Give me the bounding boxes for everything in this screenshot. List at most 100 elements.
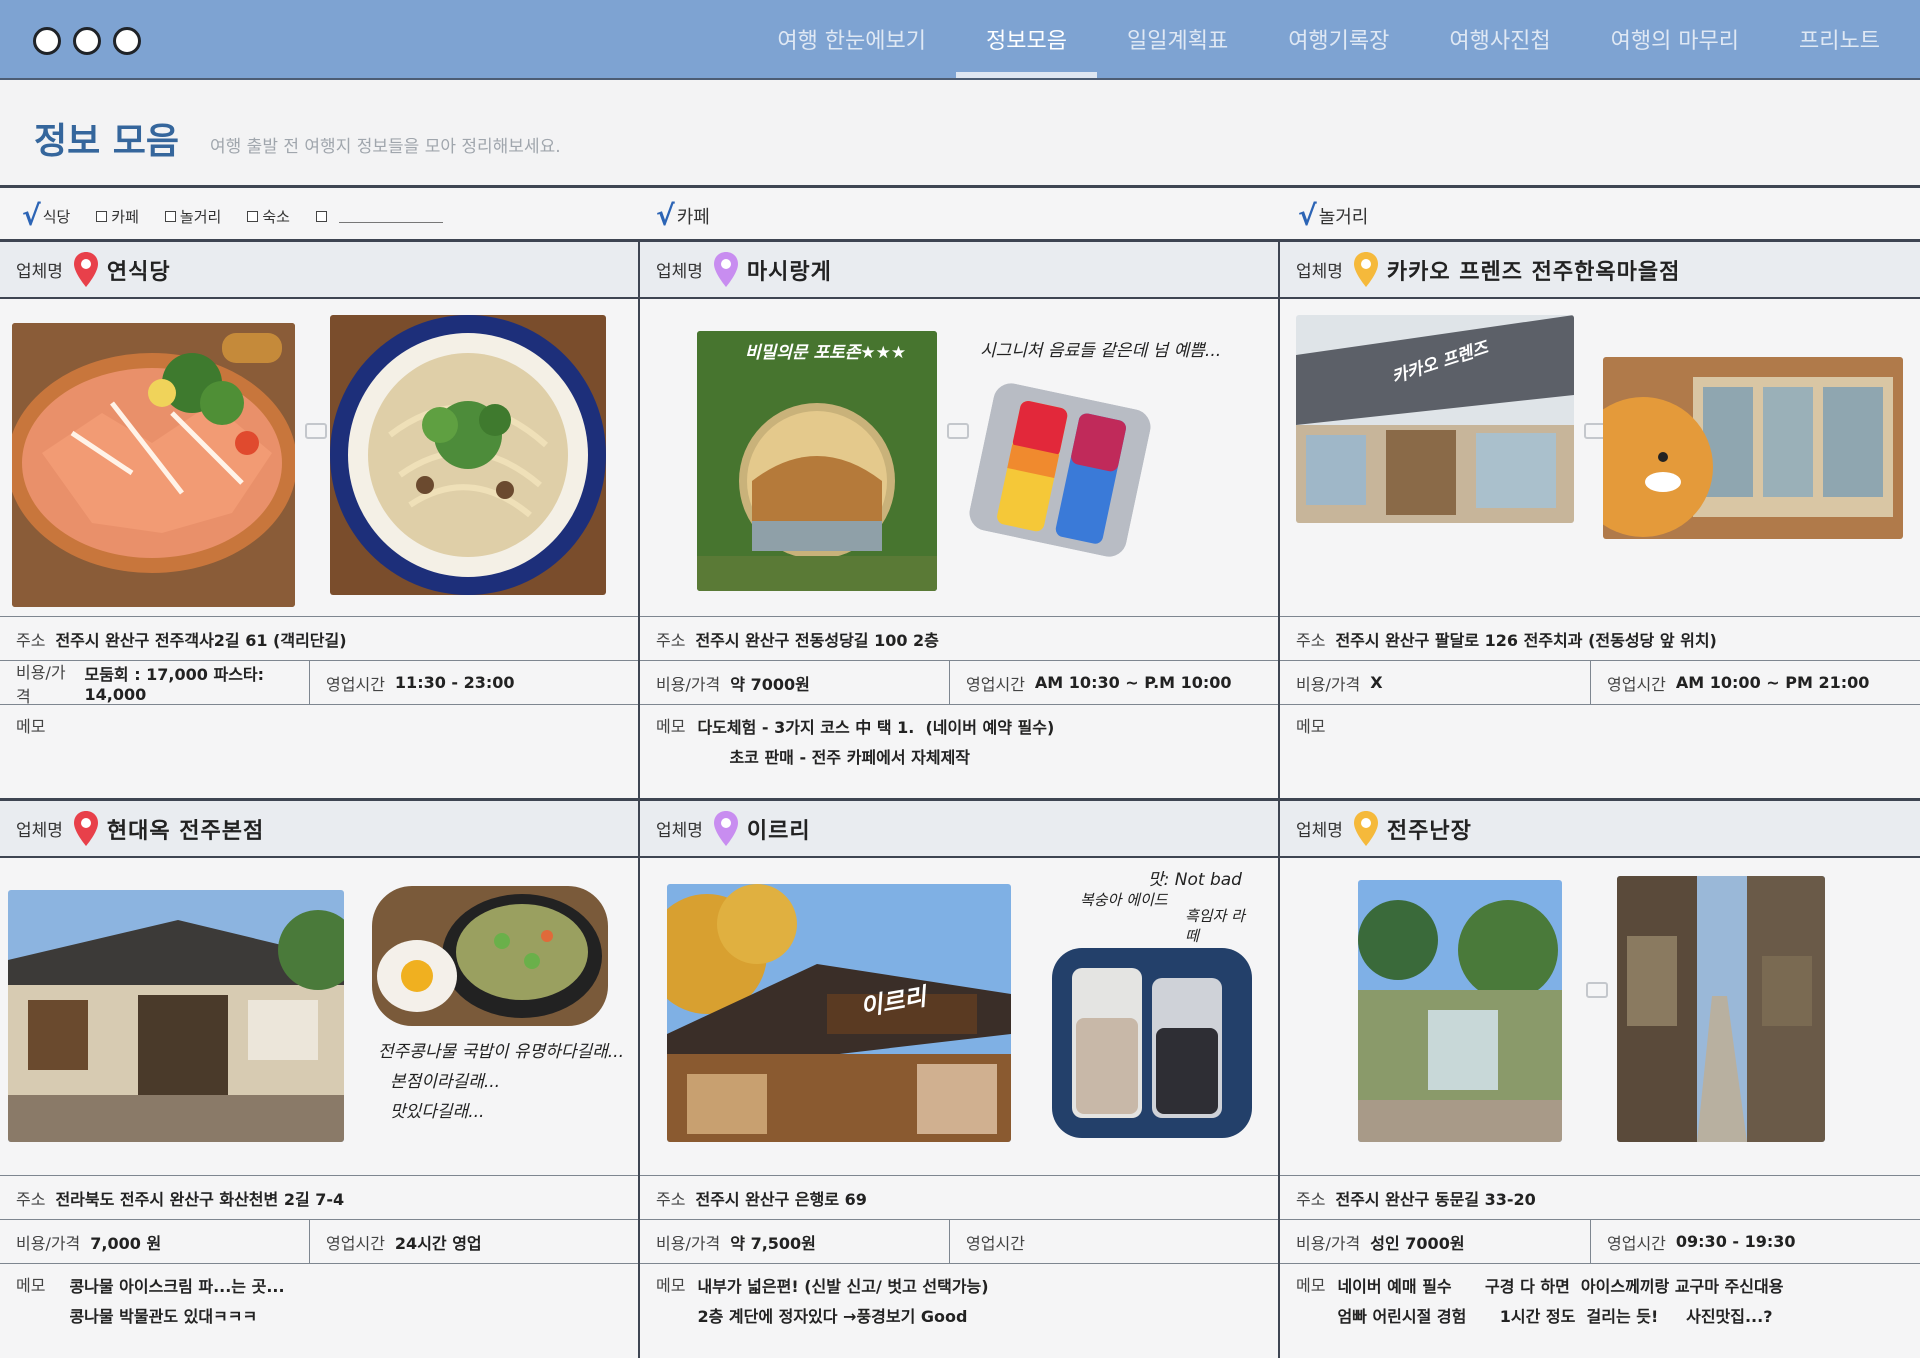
memo-area[interactable]: 메모 네이버 예매 필수 구경 다 하면 아이스께끼랑 교구마 주신대용 엄빠 어… xyxy=(1280,1264,1920,1332)
business-name[interactable]: 이르리 xyxy=(747,813,811,845)
page-subtitle: 여행 출발 전 여행지 정보들을 모아 정리해보세요. xyxy=(210,137,561,157)
tab-photo-album[interactable]: 여행사진첩 xyxy=(1419,0,1580,78)
price-hours-row: 비용/가격 약 7,500원 영업시간 xyxy=(640,1220,1278,1264)
checkbox-icon xyxy=(247,210,259,222)
business-name[interactable]: 현대옥 전주본점 xyxy=(107,813,264,845)
price-value[interactable]: 약 7,500원 xyxy=(730,1230,816,1254)
price-value[interactable]: 7,000 원 xyxy=(90,1230,161,1254)
checkbox-icon xyxy=(164,210,176,222)
price-hours-row: 비용/가격 X 영업시간 AM 10:00 ~ PM 21:00 xyxy=(1280,661,1920,705)
info-card: 업체명 마시랑게 비밀의문 포토존★★★ 시그니처 음료들 같은데 넘 예쁨..… xyxy=(640,242,1280,798)
tab-wrap-up[interactable]: 여행의 마무리 xyxy=(1581,0,1769,78)
memo-area[interactable]: 메모 xyxy=(0,705,638,737)
filter-activity[interactable]: 놀거리 xyxy=(164,206,221,227)
filter-restaurant[interactable]: √ 식당 xyxy=(22,202,70,230)
address-value[interactable]: 전주시 완산구 동문길 33-20 xyxy=(1335,1186,1535,1210)
tab-daily-plan[interactable]: 일일계획표 xyxy=(1097,0,1258,78)
address-value[interactable]: 전주시 완산구 팔달로 126 전주치과 (전동성당 앞 위치) xyxy=(1335,627,1716,651)
info-card: 업체명 카카오 프렌즈 전주한옥마을점 카카오 프렌즈 주소 전주시 완산구 팔… xyxy=(1280,242,1920,798)
address-value[interactable]: 전라북도 전주시 완산구 화산천변 2길 7-4 xyxy=(55,1186,344,1210)
location-pin-icon xyxy=(73,251,98,287)
page-header: 정보 모음 여행 출발 전 여행지 정보들을 모아 정리해보세요. xyxy=(0,82,1920,188)
memo-area[interactable]: 메모 콩나물 아이스크림 파...는 곳... 콩나물 박물관도 있대ㅋㅋㅋ xyxy=(0,1264,638,1332)
address-value[interactable]: 전주시 완산구 은행로 69 xyxy=(695,1186,866,1210)
window-dot-3[interactable] xyxy=(113,27,141,55)
card-header: 업체명 전주난장 xyxy=(1280,801,1920,858)
checkbox-icon xyxy=(96,210,108,222)
info-card: 업체명 이르리 이르리 맛: Not bad 복숭아 에이드 흑임자 라떼 주소… xyxy=(640,801,1280,1358)
window-dot-2[interactable] xyxy=(73,27,101,55)
category-filter-row: √ 식당 카페 놀거리 숙소 √ 카페 √ 놀거리 xyxy=(0,190,1920,242)
price-value[interactable]: 성인 7000원 xyxy=(1370,1230,1464,1254)
checkmark-icon: √ xyxy=(1298,199,1317,232)
ryan-character-photo[interactable] xyxy=(1603,357,1903,539)
photo-area: 이르리 맛: Not bad 복숭아 에이드 흑임자 라떼 xyxy=(640,858,1278,1176)
card-header: 업체명 연식당 xyxy=(0,242,638,299)
signature-drinks-photo[interactable] xyxy=(966,380,1154,560)
business-name[interactable]: 전주난장 xyxy=(1387,813,1472,845)
address-row: 주소 전라북도 전주시 완산구 화산천변 2길 7-4 xyxy=(0,1176,638,1220)
kakao-store-photo[interactable] xyxy=(1296,315,1574,523)
photo-area: 카카오 프렌즈 xyxy=(1280,299,1920,617)
memo-area[interactable]: 메모 xyxy=(1280,705,1920,737)
price-hours-row: 비용/가격 7,000 원 영업시간 24시간 영업 xyxy=(0,1220,638,1264)
filter-custom[interactable] xyxy=(315,209,443,223)
location-pin-icon xyxy=(73,810,98,846)
tab-info-collection[interactable]: 정보모음 xyxy=(956,0,1097,78)
location-pin-icon xyxy=(713,251,738,287)
hours-value[interactable]: 24시간 영업 xyxy=(395,1230,482,1254)
camera-icon xyxy=(1586,982,1608,998)
hours-value[interactable]: 09:30 - 19:30 xyxy=(1676,1232,1796,1251)
address-row: 주소 전주시 완산구 은행로 69 xyxy=(640,1176,1278,1220)
hours-value[interactable]: AM 10:00 ~ PM 21:00 xyxy=(1676,673,1870,692)
info-card: 업체명 전주난장 주소 전주시 완산구 동문길 33-20 비용/가격 성인 7… xyxy=(1280,801,1920,1358)
top-navigation-bar: 여행 한눈에보기 정보모음 일일계획표 여행기록장 여행사진첩 여행의 마무리 … xyxy=(0,0,1920,80)
photo-caption: 전주콩나물 국밥이 유명하다길래... xyxy=(378,1042,624,1062)
cafe-exterior-photo[interactable] xyxy=(667,884,1011,1142)
address-value[interactable]: 전주시 완산구 전동성당길 100 2층 xyxy=(695,627,938,651)
tab-travel-journal[interactable]: 여행기록장 xyxy=(1258,0,1419,78)
filter-cafe[interactable]: 카페 xyxy=(96,206,139,227)
memo-area[interactable]: 메모 내부가 넓은편! (신발 신고/ 벗고 선택가능) 2층 계단에 정자있다 … xyxy=(640,1264,1278,1332)
location-pin-icon xyxy=(713,810,738,846)
business-name[interactable]: 마시랑게 xyxy=(747,254,832,286)
info-card: 업체명 연식당 주소 전주시 완산구 전주객사2길 61 (객리단길) 비용/가… xyxy=(0,242,640,798)
card-header: 업체명 마시랑게 xyxy=(640,242,1278,299)
camera-icon xyxy=(305,423,327,439)
price-hours-row: 비용/가격 약 7000원 영업시간 AM 10:30 ~ P.M 10:00 xyxy=(640,661,1278,705)
window-dot-1[interactable] xyxy=(33,27,61,55)
photo-caption: 흑임자 라떼 xyxy=(1185,907,1245,945)
photo-caption: 맛있다길래... xyxy=(390,1102,485,1122)
cream-pasta-photo[interactable] xyxy=(330,315,606,595)
column-3-category: √ 놀거리 xyxy=(1298,199,1369,232)
filter-lodging[interactable]: 숙소 xyxy=(247,206,290,227)
salmon-sashimi-photo[interactable] xyxy=(12,323,295,607)
photo-caption: 복숭아 에이드 xyxy=(1080,891,1168,909)
memo-area[interactable]: 메모 다도체험 - 3가지 코스 中 택 1. (네이버 예약 필수) 초코 판매… xyxy=(640,705,1278,773)
tab-free-note[interactable]: 프리노트 xyxy=(1769,0,1910,78)
retro-alley-photo[interactable] xyxy=(1617,876,1825,1142)
price-value[interactable]: X xyxy=(1370,673,1382,692)
photo-area xyxy=(0,299,638,617)
hours-value[interactable]: AM 10:30 ~ P.M 10:00 xyxy=(1035,673,1232,692)
price-hours-row: 비용/가격 성인 7000원 영업시간 09:30 - 19:30 xyxy=(1280,1220,1920,1264)
hours-value[interactable]: 11:30 - 23:00 xyxy=(395,673,515,692)
photo-area: 비밀의문 포토존★★★ 시그니처 음료들 같은데 넘 예쁨... xyxy=(640,299,1278,617)
business-name[interactable]: 카카오 프렌즈 전주한옥마을점 xyxy=(1387,254,1680,286)
price-value[interactable]: 모둠회 : 17,000 파스타: 14,000 xyxy=(84,661,309,704)
restaurant-exterior-photo[interactable] xyxy=(8,890,344,1142)
checkmark-icon: √ xyxy=(656,199,675,232)
price-value[interactable]: 약 7000원 xyxy=(730,671,810,695)
photo-caption: 본점이라길래... xyxy=(390,1072,501,1092)
business-name[interactable]: 연식당 xyxy=(107,254,171,286)
custom-category-input[interactable] xyxy=(338,209,443,223)
tab-overview[interactable]: 여행 한눈에보기 xyxy=(747,0,956,78)
museum-entrance-photo[interactable] xyxy=(1358,880,1562,1142)
category-checkboxes: √ 식당 카페 놀거리 숙소 xyxy=(22,190,443,242)
address-value[interactable]: 전주시 완산구 전주객사2길 61 (객리단길) xyxy=(55,627,346,651)
bean-sprout-soup-photo[interactable] xyxy=(372,886,608,1026)
secret-door-photo[interactable] xyxy=(697,331,937,591)
address-row: 주소 전주시 완산구 동문길 33-20 xyxy=(1280,1176,1920,1220)
nav-tabs: 여행 한눈에보기 정보모음 일일계획표 여행기록장 여행사진첩 여행의 마무리 … xyxy=(747,0,1910,78)
iced-drinks-photo[interactable] xyxy=(1052,948,1252,1138)
